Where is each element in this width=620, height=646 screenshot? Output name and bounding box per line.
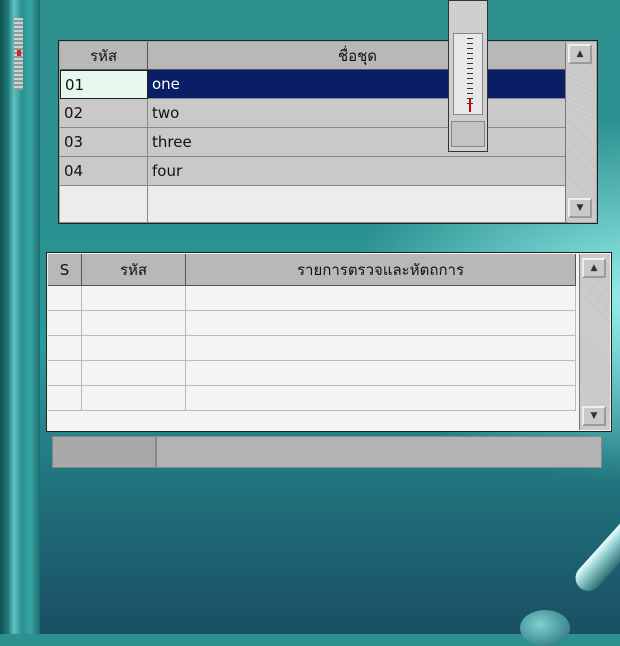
- table-row[interactable]: [48, 361, 576, 386]
- set-list-header: รหัส ชื่อชุด: [60, 42, 568, 70]
- procedure-grid[interactable]: S รหัส รายการตรวจและหัตถการ ▲ ▼: [46, 252, 612, 432]
- pen-decoration: [570, 489, 620, 597]
- procedure-scrollbar[interactable]: ▲ ▼: [579, 254, 610, 430]
- table-row[interactable]: [48, 286, 576, 311]
- cell-code[interactable]: 03: [60, 128, 148, 157]
- spine-indicator: [17, 50, 21, 56]
- cell-s[interactable]: [48, 336, 82, 361]
- pen-tip-decoration: [520, 610, 570, 646]
- cell-code[interactable]: 02: [60, 99, 148, 128]
- cell-code[interactable]: 04: [60, 157, 148, 186]
- thermometer-panel[interactable]: [448, 0, 488, 152]
- status-bar: [52, 436, 602, 468]
- set-list-rows: 01 one 02 two 03 three 04 four: [60, 70, 568, 223]
- triangle-up-icon: ▲: [576, 49, 584, 59]
- status-panel-left: [52, 436, 156, 468]
- cell-code[interactable]: [82, 311, 186, 336]
- table-row[interactable]: 02 two: [60, 99, 568, 128]
- cell-name[interactable]: one: [148, 70, 568, 99]
- cell-procedure[interactable]: [186, 311, 576, 336]
- cell-procedure[interactable]: [186, 336, 576, 361]
- procedure-rows: [48, 286, 576, 411]
- thermometer-icon: [453, 33, 483, 115]
- thermometer-button[interactable]: [451, 121, 485, 147]
- set-list-scrollbar[interactable]: ▲ ▼: [565, 42, 596, 222]
- table-row[interactable]: 01 one: [60, 70, 568, 99]
- triangle-down-icon: ▼: [590, 411, 598, 421]
- triangle-up-icon: ▲: [590, 263, 598, 273]
- cell-s[interactable]: [48, 286, 82, 311]
- set-list-grid[interactable]: รหัส ชื่อชุด 01 one 02 two 03 three 04 f…: [58, 40, 598, 224]
- table-row[interactable]: [48, 311, 576, 336]
- cell-procedure[interactable]: [186, 386, 576, 411]
- left-spine: [0, 0, 40, 634]
- cell-name[interactable]: two: [148, 99, 568, 128]
- header-set-name[interactable]: ชื่อชุด: [148, 42, 568, 70]
- cell-code[interactable]: [82, 336, 186, 361]
- cell-procedure[interactable]: [186, 286, 576, 311]
- table-row[interactable]: 04 four: [60, 157, 568, 186]
- cell-s[interactable]: [48, 386, 82, 411]
- scroll-up-button[interactable]: ▲: [582, 258, 606, 278]
- table-row[interactable]: [48, 386, 576, 411]
- header-code[interactable]: รหัส: [60, 42, 148, 70]
- cell-code[interactable]: [82, 386, 186, 411]
- status-panel-main: [156, 436, 602, 468]
- cell-name[interactable]: [148, 186, 568, 223]
- header-s[interactable]: S: [48, 254, 82, 286]
- table-row[interactable]: [48, 336, 576, 361]
- table-row[interactable]: [60, 186, 568, 223]
- header-code[interactable]: รหัส: [82, 254, 186, 286]
- cell-s[interactable]: [48, 311, 82, 336]
- cell-code[interactable]: [60, 186, 148, 223]
- scroll-down-button[interactable]: ▼: [568, 198, 592, 218]
- scroll-up-button[interactable]: ▲: [568, 44, 592, 64]
- table-row[interactable]: 03 three: [60, 128, 568, 157]
- cell-code[interactable]: [82, 361, 186, 386]
- header-procedure[interactable]: รายการตรวจและหัตถการ: [186, 254, 576, 286]
- cell-code[interactable]: 01: [60, 70, 148, 99]
- cell-code[interactable]: [82, 286, 186, 311]
- procedure-header: S รหัส รายการตรวจและหัตถการ: [48, 254, 576, 286]
- cell-name[interactable]: three: [148, 128, 568, 157]
- scroll-down-button[interactable]: ▼: [582, 406, 606, 426]
- triangle-down-icon: ▼: [576, 203, 584, 213]
- thermometer-mercury: [469, 98, 471, 112]
- cell-name[interactable]: four: [148, 157, 568, 186]
- cell-s[interactable]: [48, 361, 82, 386]
- cell-procedure[interactable]: [186, 361, 576, 386]
